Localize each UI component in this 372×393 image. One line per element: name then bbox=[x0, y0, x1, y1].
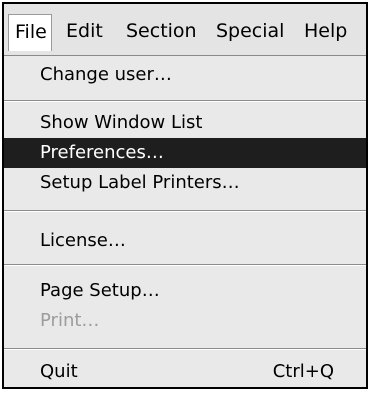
menu-edit[interactable]: Edit bbox=[66, 20, 103, 42]
menu-item-setup-label-printers[interactable]: Setup Label Printers… bbox=[4, 168, 366, 198]
application-window: File Edit Section Special Help Change us… bbox=[2, 2, 368, 389]
menu-separator bbox=[4, 264, 366, 266]
menu-item-show-window-list[interactable]: Show Window List bbox=[4, 108, 366, 138]
menu-item-print: Print… bbox=[40, 310, 100, 331]
quit-shortcut: Ctrl+Q bbox=[272, 361, 334, 382]
file-menu-dropdown: Change user… Show Window List Preference… bbox=[4, 55, 366, 387]
menu-item-quit-label: Quit bbox=[40, 361, 78, 382]
menu-item-page-setup[interactable]: Page Setup… bbox=[4, 276, 366, 306]
menu-item-change-user[interactable]: Change user… bbox=[4, 60, 366, 90]
menu-special[interactable]: Special bbox=[216, 20, 284, 42]
menu-item-license[interactable]: License… bbox=[4, 226, 366, 256]
menu-file[interactable]: File bbox=[8, 14, 52, 51]
menu-bar: File Edit Section Special Help bbox=[4, 4, 366, 55]
menu-help[interactable]: Help bbox=[304, 20, 347, 42]
menu-separator bbox=[4, 100, 366, 102]
menu-section[interactable]: Section bbox=[126, 20, 197, 42]
menu-item-preferences[interactable]: Preferences… bbox=[4, 138, 366, 168]
menu-separator bbox=[4, 348, 366, 350]
menu-item-quit[interactable]: Quit Ctrl+Q bbox=[4, 357, 366, 387]
menu-separator bbox=[4, 210, 366, 212]
